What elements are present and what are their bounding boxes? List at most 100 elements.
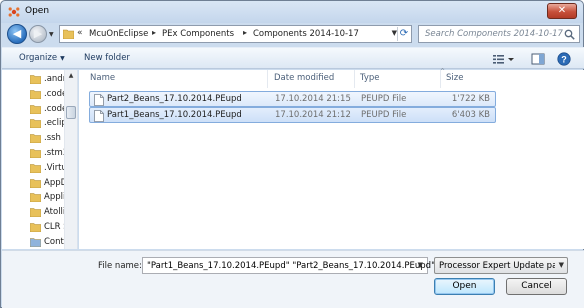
column-header-name[interactable]: Name bbox=[90, 73, 115, 83]
open-dialog: Open ✕ ◀ ▶ ▼ « McuOnEclipse ▸ PEx Compon… bbox=[0, 0, 584, 308]
folder-icon bbox=[30, 134, 41, 144]
file-name-label: File name: bbox=[98, 261, 142, 271]
folder-icon bbox=[30, 223, 41, 232]
sidebar-folder-item[interactable]: .code bbox=[2, 102, 65, 117]
breadcrumb-item-components-2014-10-17[interactable]: Components 2014-10-17 bbox=[253, 29, 359, 39]
organize-label: Organize bbox=[19, 53, 58, 63]
forward-arrow-icon: ▶ bbox=[33, 27, 43, 40]
breadcrumb-item-mcuoneclipse[interactable]: McuOnEclipse bbox=[89, 29, 148, 39]
chevron-down-icon[interactable]: ▼ bbox=[418, 261, 423, 269]
sidebar-folder-item[interactable]: Conta bbox=[2, 235, 65, 249]
file-icon bbox=[94, 94, 104, 106]
column-header-type[interactable]: Type bbox=[360, 73, 380, 83]
search-placeholder: Search Components 2014-10-17 bbox=[425, 29, 563, 39]
file-type-select[interactable]: Processor Expert Update package ▼ bbox=[434, 257, 568, 274]
sidebar-folder-item[interactable]: .eclip bbox=[2, 116, 65, 131]
app-icon bbox=[8, 7, 20, 17]
file-name: Part2_Beans_17.10.2014.PEupd bbox=[107, 94, 242, 104]
chevron-down-icon bbox=[508, 58, 514, 61]
back-arrow-icon: ◀ bbox=[12, 27, 22, 40]
dialog-footer: File name: "Part1_Beans_17.10.2014.PEupd… bbox=[2, 250, 584, 308]
file-icon bbox=[94, 110, 104, 122]
column-header-size[interactable]: Size bbox=[446, 73, 463, 83]
folder-icon bbox=[63, 29, 74, 39]
sidebar-folder-label: CLR S bbox=[44, 222, 65, 232]
refresh-icon: ⟳ bbox=[399, 28, 409, 39]
open-button[interactable]: Open bbox=[434, 278, 495, 295]
breadcrumb-separator-icon[interactable]: ▸ bbox=[152, 28, 156, 37]
folder-icon bbox=[30, 208, 41, 218]
folder-icon bbox=[30, 149, 41, 158]
chevron-down-icon: ▼ bbox=[558, 261, 564, 269]
help-button[interactable]: ? bbox=[556, 51, 572, 67]
refresh-button[interactable]: ⟳ bbox=[397, 27, 410, 41]
forward-button[interactable]: ▶ bbox=[29, 25, 47, 43]
file-type-value: Processor Expert Update package bbox=[439, 261, 555, 271]
file-name: Part1_Beans_17.10.2014.PEupd bbox=[107, 110, 242, 120]
folder-icon bbox=[30, 178, 41, 188]
search-icon bbox=[564, 29, 575, 40]
scrollbar-thumb[interactable] bbox=[66, 106, 76, 119]
file-name-value: "Part1_Beans_17.10.2014.PEupd" "Part2_Be… bbox=[147, 261, 435, 271]
breadcrumb-separator-icon[interactable]: ▸ bbox=[243, 28, 247, 37]
new-folder-button[interactable]: New folder bbox=[84, 53, 130, 63]
sidebar-folder-item[interactable]: Appli bbox=[2, 190, 65, 205]
file-type: PEUPD File bbox=[361, 110, 407, 120]
address-bar[interactable]: « McuOnEclipse ▸ PEx Components ▸ Compon… bbox=[59, 25, 412, 43]
file-size: 6'403 KB bbox=[451, 110, 490, 120]
view-icon bbox=[493, 55, 504, 64]
file-row[interactable]: Part1_Beans_17.10.2014.PEupd 17.10.2014 … bbox=[89, 107, 496, 123]
file-row[interactable]: Part2_Beans_17.10.2014.PEupd 17.10.2014 … bbox=[89, 91, 496, 107]
sidebar-folder-label: .ssh bbox=[44, 133, 61, 144]
sidebar-folder-item[interactable]: .andr bbox=[2, 72, 65, 87]
breadcrumb-item-pex-components[interactable]: PEx Components bbox=[162, 29, 234, 39]
preview-pane-button[interactable] bbox=[530, 51, 546, 67]
sidebar-folder-label: .code bbox=[44, 103, 65, 114]
column-divider[interactable] bbox=[354, 70, 355, 88]
svg-text:?: ? bbox=[561, 54, 567, 64]
organize-button[interactable]: Organize ▼ bbox=[19, 53, 65, 63]
sidebar-folder-item[interactable]: AppD bbox=[2, 176, 65, 191]
sidebar-folder-item[interactable]: Atolli bbox=[2, 205, 65, 220]
scroll-up-icon[interactable]: ▲ bbox=[65, 70, 77, 81]
column-divider[interactable] bbox=[440, 70, 441, 88]
recent-locations-dropdown-icon[interactable]: ▼ bbox=[49, 31, 57, 38]
sidebar-folder-label: .code bbox=[44, 88, 65, 99]
folder-icon bbox=[30, 75, 41, 84]
search-input[interactable]: Search Components 2014-10-17 bbox=[418, 25, 580, 43]
column-divider[interactable] bbox=[267, 70, 268, 88]
navigation-bar: ◀ ▶ ▼ « McuOnEclipse ▸ PEx Components ▸ … bbox=[2, 23, 584, 45]
sidebar-folder-item[interactable]: .ssh bbox=[2, 131, 64, 146]
file-list: ^ Name Date modified Type Size Part2_Bea… bbox=[79, 68, 584, 249]
folder-icon bbox=[30, 119, 41, 129]
folder-icon bbox=[30, 90, 41, 99]
file-type: PEUPD File bbox=[361, 94, 407, 104]
command-bar: Organize ▼ New folder ? bbox=[2, 47, 584, 69]
file-name-input[interactable]: "Part1_Beans_17.10.2014.PEupd" "Part2_Be… bbox=[142, 257, 435, 274]
folder-icon bbox=[30, 104, 41, 114]
chevron-down-icon: ▼ bbox=[60, 55, 65, 62]
file-date-modified: 17.10.2014 21:12 bbox=[275, 110, 351, 120]
sidebar-folder-label: AppD bbox=[44, 177, 65, 188]
sidebar-folder-item[interactable]: CLR S bbox=[2, 220, 65, 235]
column-header-date-modified[interactable]: Date modified bbox=[274, 73, 334, 83]
sidebar-folder-item[interactable]: .stm3 bbox=[2, 146, 65, 161]
navigation-scrollbar[interactable]: ▲ bbox=[64, 70, 77, 249]
sidebar-folder-item[interactable]: .code bbox=[2, 87, 65, 102]
navigation-pane: .andr .code .code .eclip .ssh .stm3 .Virtu AppD… bbox=[2, 70, 78, 249]
folder-icon bbox=[30, 164, 41, 173]
file-date-modified: 17.10.2014 21:15 bbox=[275, 94, 351, 104]
breadcrumb-overflow-icon[interactable]: « bbox=[77, 28, 83, 38]
cancel-button[interactable]: Cancel bbox=[506, 278, 567, 295]
sidebar-folder-label: .andr bbox=[44, 74, 65, 84]
close-button[interactable]: ✕ bbox=[547, 3, 577, 19]
sidebar-folder-item[interactable]: .Virtu bbox=[2, 161, 65, 176]
change-view-button[interactable] bbox=[491, 51, 515, 67]
back-button[interactable]: ◀ bbox=[7, 24, 27, 44]
sidebar-folder-label: Atolli bbox=[44, 207, 65, 218]
sidebar-folder-label: .Virtu bbox=[44, 162, 65, 173]
sidebar-folder-label: Conta bbox=[44, 236, 65, 247]
title-bar: Open ✕ bbox=[1, 1, 583, 23]
sidebar-folder-label: .eclip bbox=[44, 118, 65, 129]
file-size: 1'722 KB bbox=[451, 94, 490, 104]
